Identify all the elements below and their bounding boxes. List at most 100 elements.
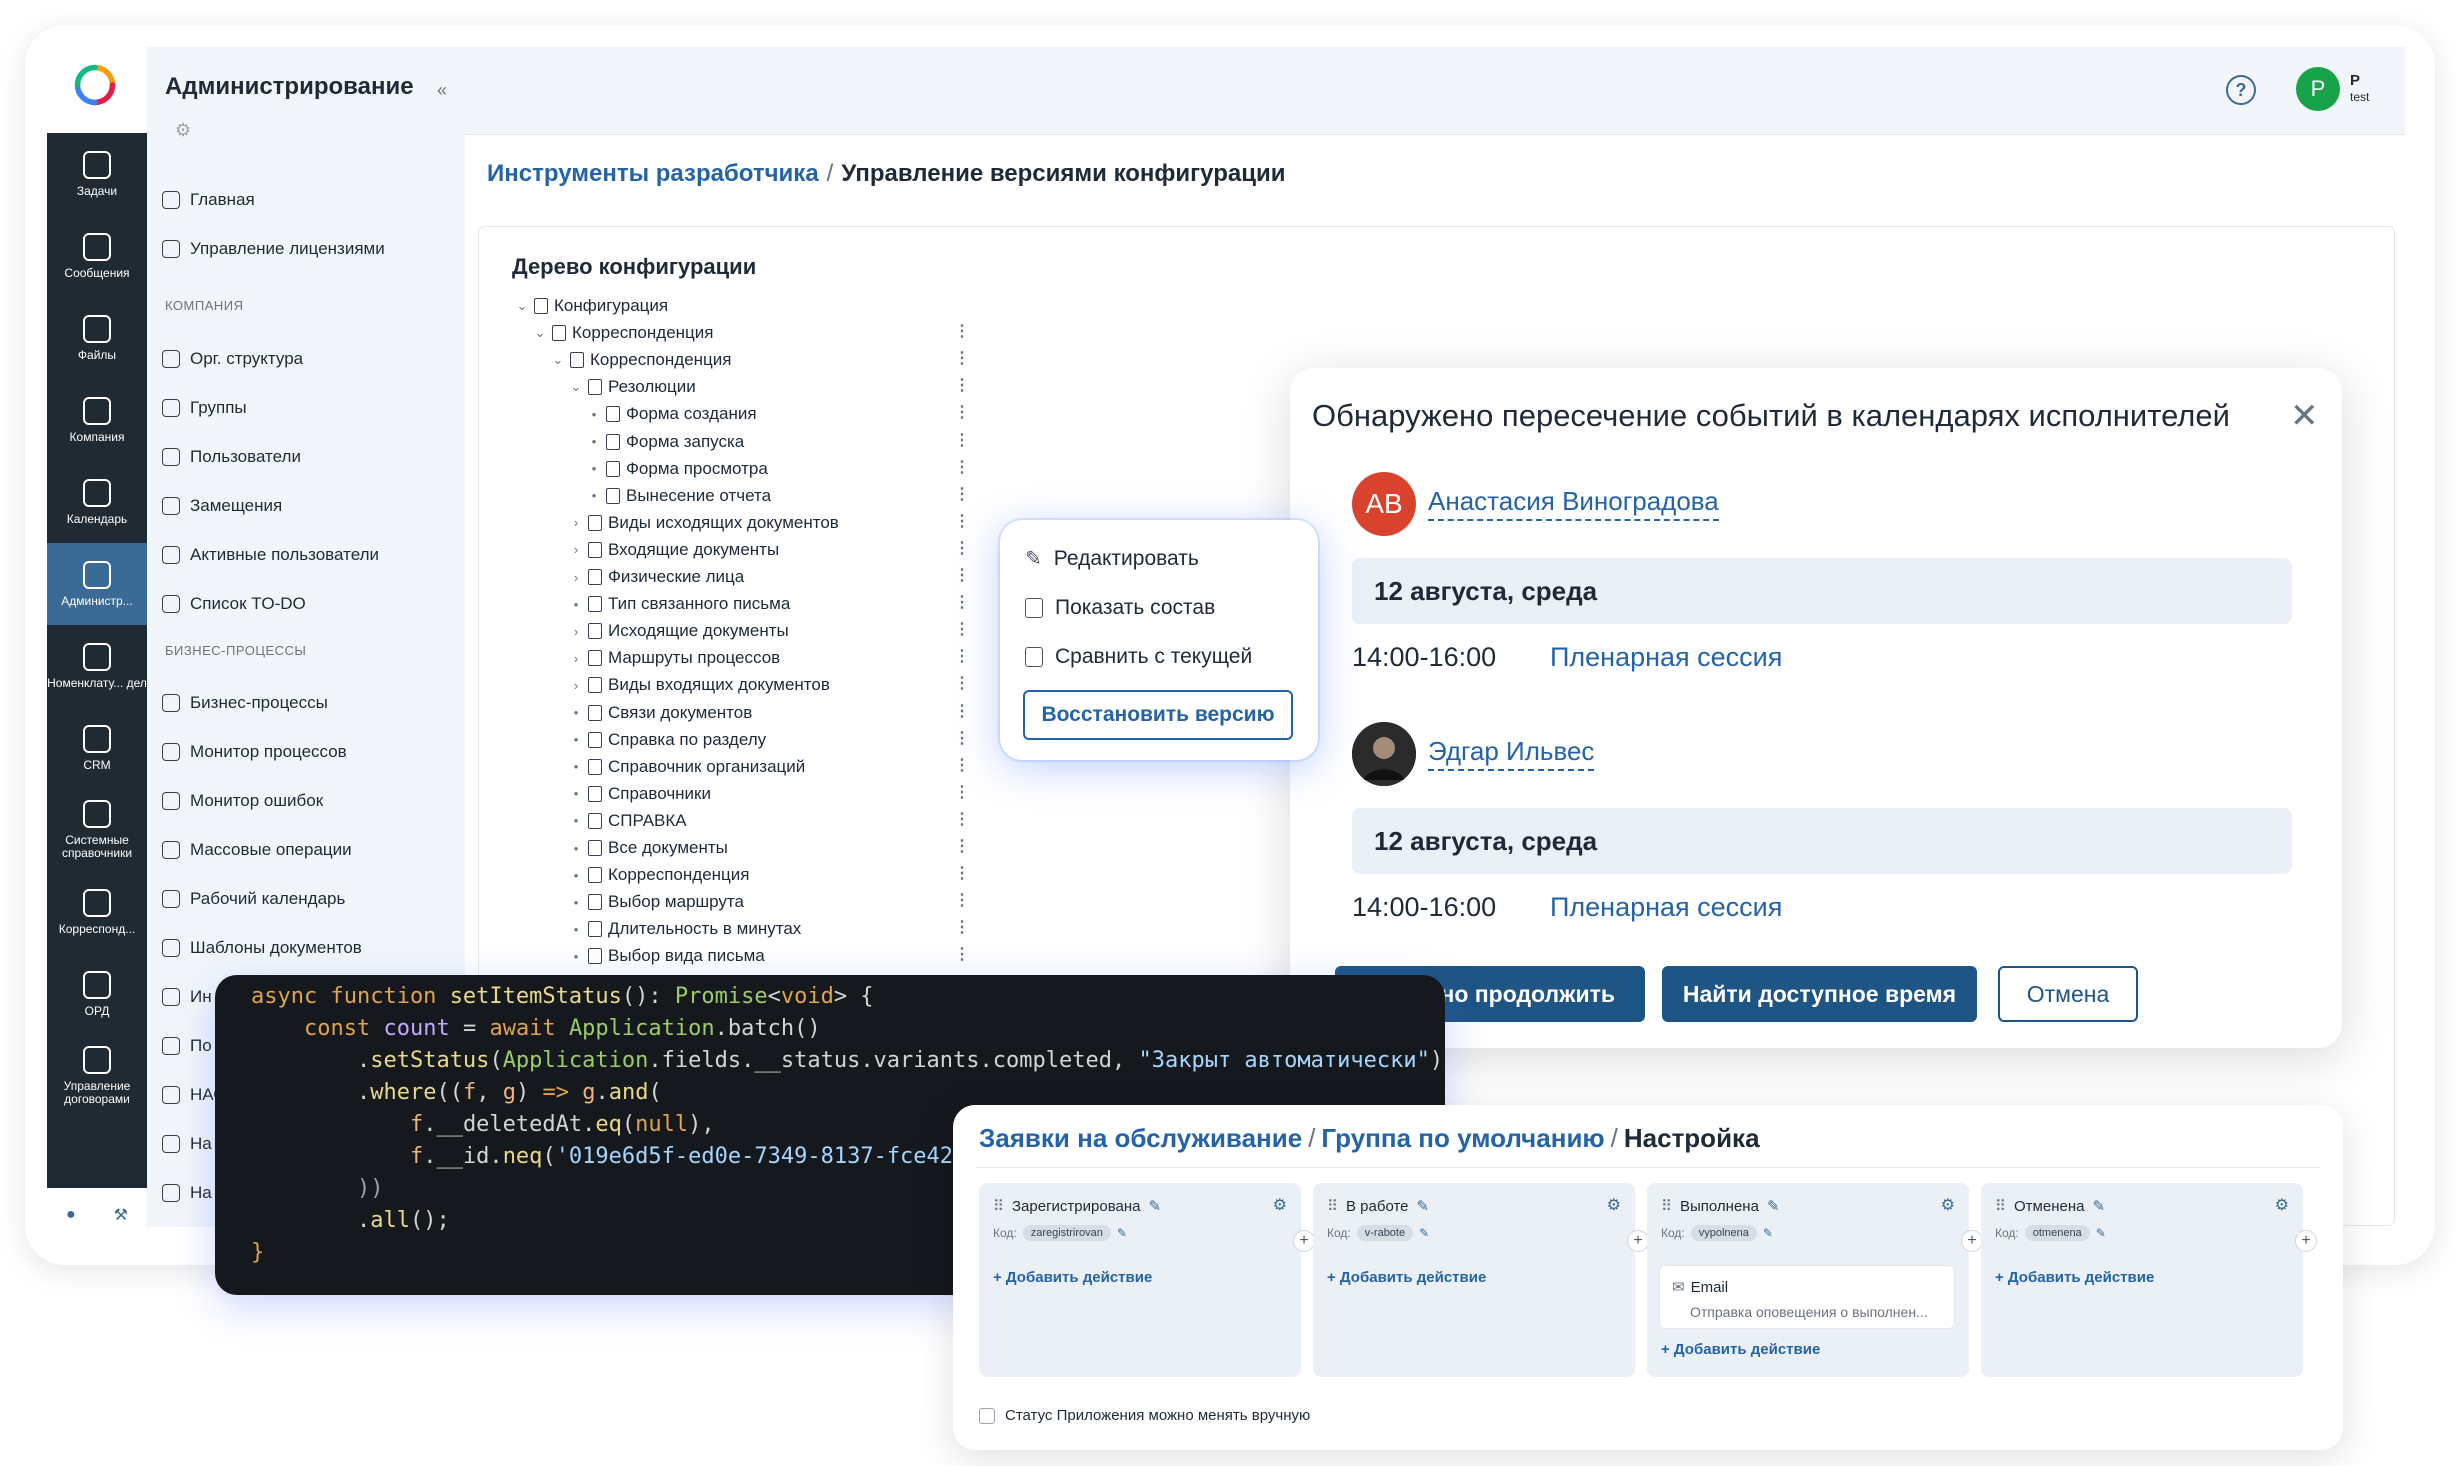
edit-icon[interactable]: ✎ <box>1763 1226 1773 1240</box>
menu-item-compare[interactable]: Сравнить с текущей <box>1025 645 1252 669</box>
edit-icon[interactable]: ✎ <box>1117 1226 1127 1240</box>
tree-node[interactable]: › Виды входящих документов <box>570 675 830 695</box>
edit-icon[interactable]: ✎ <box>2092 1197 2105 1215</box>
more-options-icon[interactable]: ⋮ <box>954 728 970 748</box>
gear-icon[interactable]: ⚙ <box>1607 1195 1621 1215</box>
bullet-icon[interactable]: • <box>570 786 582 801</box>
bullet-icon[interactable]: • <box>588 434 600 449</box>
tree-node[interactable]: • Справка по разделу <box>570 730 766 750</box>
tree-node[interactable]: • Выбор вида письма <box>570 946 765 966</box>
chevron-icon[interactable]: ⌄ <box>570 379 582 395</box>
edit-icon[interactable]: ✎ <box>1767 1197 1780 1215</box>
menu-item-partial-1[interactable]: По <box>162 1036 212 1056</box>
more-options-icon[interactable]: ⋮ <box>954 375 970 395</box>
tree-node[interactable]: • Тип связанного письма <box>570 594 791 614</box>
more-options-icon[interactable]: ⋮ <box>954 321 970 341</box>
rail-item-0[interactable]: Задачи <box>47 133 147 215</box>
breadcrumb-link-requests[interactable]: Заявки на обслуживание <box>979 1123 1302 1153</box>
chevron-icon[interactable]: ⌄ <box>534 325 546 341</box>
bullet-icon[interactable]: • <box>570 813 582 828</box>
menu-item-company-2[interactable]: Пользователи <box>162 447 301 467</box>
menu-item-show[interactable]: Показать состав <box>1025 596 1215 620</box>
tree-node[interactable]: • Все документы <box>570 838 728 858</box>
bullet-icon[interactable]: • <box>570 922 582 937</box>
avatar[interactable]: P <box>2296 67 2340 111</box>
tree-node[interactable]: › Исходящие документы <box>570 621 789 641</box>
chevron-icon[interactable]: › <box>570 542 582 557</box>
gear-icon[interactable]: ⚙ <box>1273 1195 1287 1215</box>
more-options-icon[interactable]: ⋮ <box>954 809 970 829</box>
chevron-icon[interactable]: › <box>570 515 582 530</box>
event-link[interactable]: Пленарная сессия <box>1550 892 1782 923</box>
rail-item-5[interactable]: Администр... <box>47 543 147 625</box>
more-options-icon[interactable]: ⋮ <box>954 701 970 721</box>
menu-item-bp-4[interactable]: Рабочий календарь <box>162 889 345 909</box>
bullet-icon[interactable]: • <box>588 407 600 422</box>
menu-item-licenses[interactable]: Управление лицензиями <box>162 239 385 259</box>
tree-node[interactable]: • Форма просмотра <box>588 459 768 479</box>
more-options-icon[interactable]: ⋮ <box>954 565 970 585</box>
breadcrumb-link-dev-tools[interactable]: Инструменты разработчика <box>487 160 819 187</box>
drag-handle-icon[interactable]: ⠿ <box>993 1197 1004 1215</box>
chevron-icon[interactable]: › <box>570 624 582 639</box>
more-options-icon[interactable]: ⋮ <box>954 917 970 937</box>
drag-handle-icon[interactable]: ⠿ <box>1995 1197 2006 1215</box>
add-action-button[interactable]: + Добавить действие <box>993 1269 1152 1286</box>
wrench-icon[interactable]: ⚒ <box>114 1205 128 1225</box>
chevron-icon[interactable]: › <box>570 678 582 693</box>
add-column-icon[interactable]: + <box>1961 1230 1983 1252</box>
find-time-button[interactable]: Найти доступное время <box>1662 966 1977 1022</box>
tree-node[interactable]: • Форма запуска <box>588 432 745 452</box>
rail-item-11[interactable]: Управление договорами <box>47 1035 147 1117</box>
tree-node[interactable]: • СПРАВКА <box>570 811 687 831</box>
tree-node[interactable]: › Виды исходящих документов <box>570 513 839 533</box>
bullet-icon[interactable]: • <box>570 949 582 964</box>
more-options-icon[interactable]: ⋮ <box>954 592 970 612</box>
breadcrumb-link-group[interactable]: Группа по умолчанию <box>1321 1123 1604 1153</box>
more-options-icon[interactable]: ⋮ <box>954 646 970 666</box>
restore-version-button[interactable]: Восстановить версию <box>1023 690 1293 740</box>
menu-section-company[interactable]: КОМПАНИЯ <box>165 298 244 313</box>
chevron-icon[interactable]: ⌄ <box>516 298 528 314</box>
menu-item-bp-3[interactable]: Массовые операции <box>162 840 352 860</box>
more-options-icon[interactable]: ⋮ <box>954 890 970 910</box>
bullet-icon[interactable]: • <box>570 868 582 883</box>
edit-icon[interactable]: ✎ <box>1419 1226 1429 1240</box>
rail-item-8[interactable]: Системные справочники <box>47 789 147 871</box>
bullet-icon[interactable]: • <box>570 895 582 910</box>
add-column-icon[interactable]: + <box>2295 1230 2317 1252</box>
more-options-icon[interactable]: ⋮ <box>954 755 970 775</box>
gear-icon[interactable]: ⚙ <box>1941 1195 1955 1215</box>
rail-item-1[interactable]: Сообщения <box>47 215 147 297</box>
tree-node[interactable]: ⌄ Конфигурация <box>516 296 669 316</box>
user-name[interactable]: P <box>2350 72 2360 89</box>
tree-node[interactable]: • Корреспонденция <box>570 865 750 885</box>
chevron-icon[interactable]: › <box>570 570 582 585</box>
more-options-icon[interactable]: ⋮ <box>954 457 970 477</box>
add-action-button[interactable]: + Добавить действие <box>1661 1341 1820 1358</box>
more-options-icon[interactable]: ⋮ <box>954 511 970 531</box>
menu-item-bp-1[interactable]: Монитор процессов <box>162 742 347 762</box>
tree-node[interactable]: › Физические лица <box>570 567 744 587</box>
menu-item-edit[interactable]: ✎ Редактировать <box>1025 546 1199 571</box>
person-name-link[interactable]: Анастасия Виноградова <box>1428 486 1719 521</box>
tree-node[interactable]: • Выбор маршрута <box>570 892 744 912</box>
menu-item-company-5[interactable]: Список TO-DO <box>162 594 306 614</box>
chevron-icon[interactable]: › <box>570 651 582 666</box>
rail-item-9[interactable]: Корреспонд... <box>47 871 147 953</box>
menu-item-home[interactable]: Главная <box>162 190 255 210</box>
tree-node[interactable]: ⌄ Резолюции <box>570 377 696 397</box>
menu-item-bp-0[interactable]: Бизнес-процессы <box>162 693 328 713</box>
more-options-icon[interactable]: ⋮ <box>954 430 970 450</box>
close-icon[interactable]: ✕ <box>2290 396 2319 436</box>
more-options-icon[interactable]: ⋮ <box>954 402 970 422</box>
add-action-button[interactable]: + Добавить действие <box>1327 1269 1486 1286</box>
more-options-icon[interactable]: ⋮ <box>954 673 970 693</box>
menu-item-company-1[interactable]: Группы <box>162 398 247 418</box>
tree-node[interactable]: • Связи документов <box>570 703 753 723</box>
chevron-icon[interactable]: ⌄ <box>552 352 564 368</box>
tree-node[interactable]: • Вынесение отчета <box>588 486 771 506</box>
menu-item-bp-5[interactable]: Шаблоны документов <box>162 938 362 958</box>
more-options-icon[interactable]: ⋮ <box>954 538 970 558</box>
rail-item-6[interactable]: Номенклату... дел <box>47 625 147 707</box>
